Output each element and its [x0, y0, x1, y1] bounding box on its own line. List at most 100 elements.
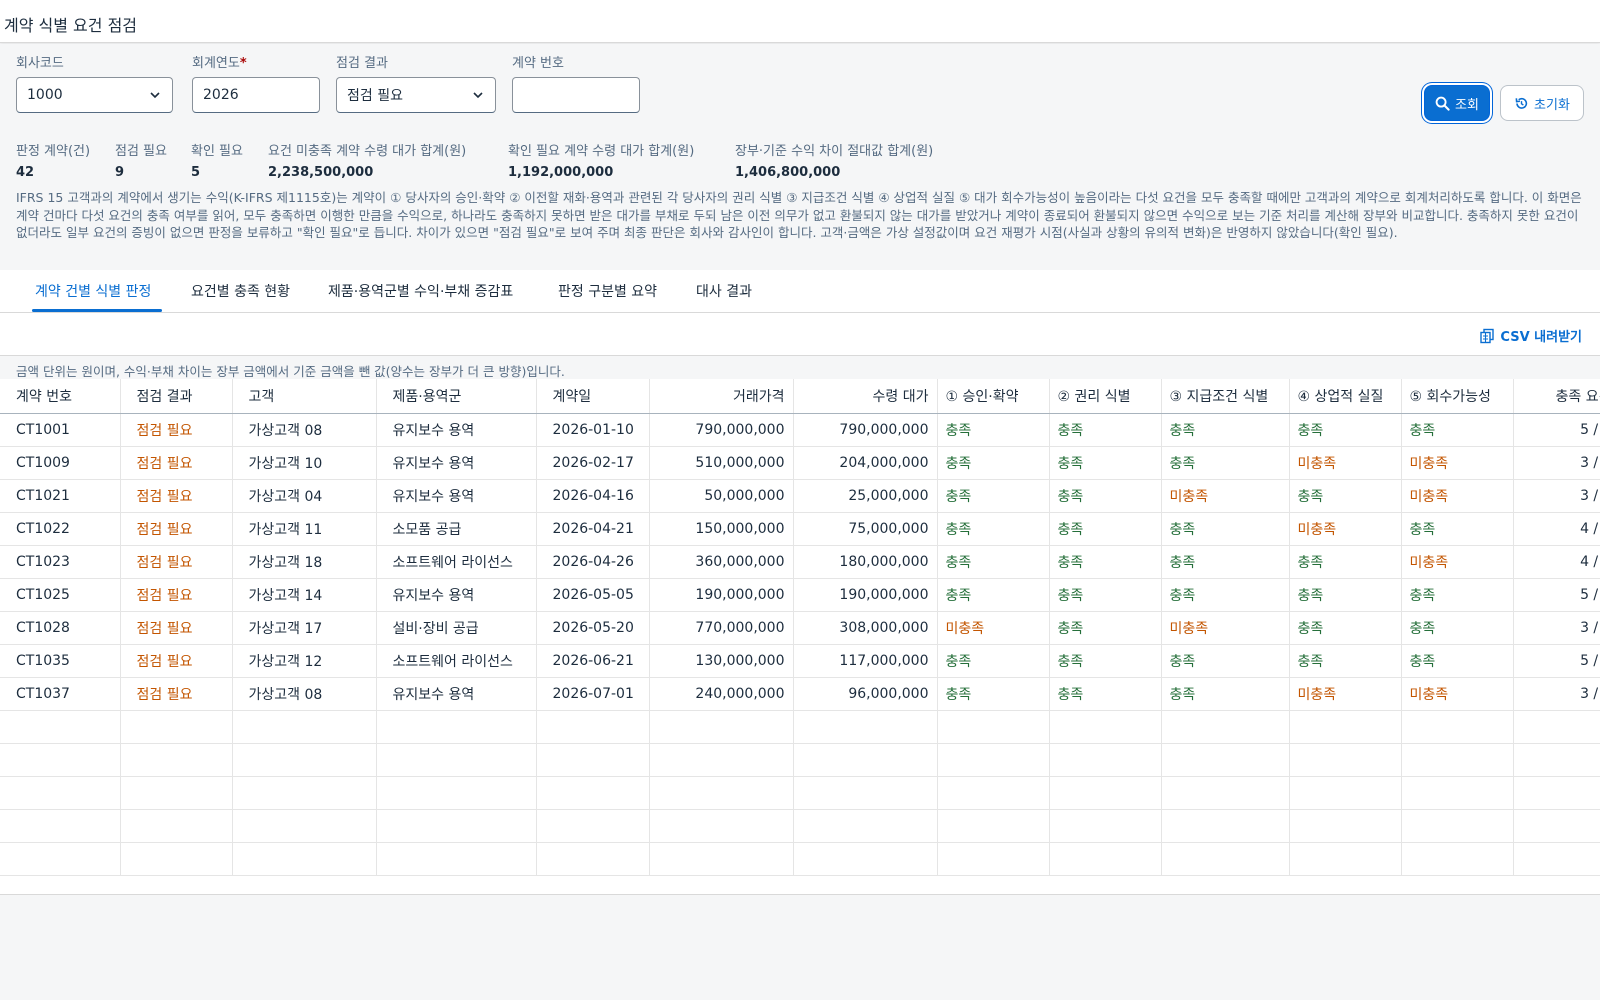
col-header-product-group[interactable]: 제품·용역군 [376, 379, 537, 414]
cell-consideration-received: 308,000,000 [793, 611, 938, 645]
cell-met-requirements: 5 / 5 [1513, 644, 1600, 678]
cell-req3-payment: 충족 [1161, 644, 1290, 678]
kpi-confirm-needed: 확인 필요 5 [191, 140, 243, 180]
cell-check-result: 점검 필요 [120, 512, 233, 546]
tab-judgment-summary[interactable]: 판정 구분별 요약 [558, 281, 657, 301]
required-mark: * [239, 56, 247, 71]
col-header-check-result[interactable]: 점검 결과 [120, 379, 233, 414]
table-row[interactable]: CT1025 점검 필요 가상고객 14 유지보수 용역 2026-05-05 190,0… [0, 578, 1600, 612]
table-row[interactable]: CT1035 점검 필요 가상고객 12 소프트웨어 라이선스 2026-06-21 13… [0, 644, 1600, 678]
table-row[interactable]: CT1022 점검 필요 가상고객 11 소모품 공급 2026-04-21 150,00… [0, 512, 1600, 546]
cell-contract-no: CT1009 [0, 446, 121, 480]
empty-cell [1049, 710, 1162, 744]
table-row[interactable]: CT1023 점검 필요 가상고객 18 소프트웨어 라이선스 2026-04-26 36… [0, 545, 1600, 579]
check-result-value: 점검 필요 [347, 88, 403, 104]
cell-customer: 가상고객 17 [232, 611, 377, 645]
empty-cell [1401, 842, 1514, 876]
cell-met-requirements: 5 / 5 [1513, 413, 1600, 447]
empty-cell [120, 776, 233, 810]
empty-cell [1161, 743, 1290, 777]
kpi-confirm-consideration: 확인 필요 계약 수령 대가 합계(원) 1,192,000,000 [508, 140, 694, 180]
cell-customer: 가상고객 08 [232, 413, 377, 447]
col-header-req2-rights[interactable]: ② 권리 식별 [1049, 379, 1162, 414]
col-header-req5-collectability[interactable]: ⑤ 회수가능성 [1401, 379, 1514, 414]
table-row[interactable]: CT1009 점검 필요 가상고객 10 유지보수 용역 2026-02-17 510,0… [0, 446, 1600, 480]
cell-req3-payment: 충족 [1161, 677, 1290, 711]
description-text: IFRS 15 고객과의 계약에서 생기는 수익(K-IFRS 제1115호)는… [16, 190, 1582, 240]
col-header-req3-payment[interactable]: ③ 지급조건 식별 [1161, 379, 1290, 414]
empty-cell [1049, 842, 1162, 876]
table-row[interactable]: CT1037 점검 필요 가상고객 08 유지보수 용역 2026-07-01 240,0… [0, 677, 1600, 711]
empty-row [0, 776, 1600, 810]
tab-requirement-status[interactable]: 요건별 충족 현황 [191, 281, 290, 301]
cell-customer: 가상고객 18 [232, 545, 377, 579]
cell-consideration-received: 180,000,000 [793, 545, 938, 579]
cell-transaction-price: 770,000,000 [649, 611, 794, 645]
cell-req5-collectability: 미충족 [1401, 479, 1514, 513]
search-button[interactable]: 조회 [1424, 85, 1490, 121]
empty-cell [1513, 743, 1600, 777]
fiscal-year-input[interactable]: 2026 [192, 77, 320, 113]
cell-req2-rights: 충족 [1049, 545, 1162, 579]
col-header-customer[interactable]: 고객 [232, 379, 377, 414]
tab-product-changes[interactable]: 제품·용역군별 수익·부채 증감표 [328, 281, 513, 301]
empty-cell [376, 776, 537, 810]
kpi-value: 9 [115, 165, 125, 180]
cell-product-group: 유지보수 용역 [376, 677, 537, 711]
col-header-req1-approval[interactable]: ① 승인·확약 [937, 379, 1050, 414]
kpi-label: 확인 필요 [191, 144, 243, 159]
reset-button[interactable]: 초기화 [1500, 85, 1584, 121]
cell-contract-no: CT1025 [0, 578, 121, 612]
cell-consideration-received: 204,000,000 [793, 446, 938, 480]
chevron-down-icon [150, 92, 160, 99]
table-row[interactable]: CT1021 점검 필요 가상고객 04 유지보수 용역 2026-04-16 50,00… [0, 479, 1600, 513]
col-header-contract-no[interactable]: 계약 번호 [0, 379, 121, 414]
cell-product-group: 소모품 공급 [376, 512, 537, 546]
contract-no-input[interactable] [512, 77, 640, 113]
cell-product-group: 소프트웨어 라이선스 [376, 644, 537, 678]
empty-cell [1513, 710, 1600, 744]
cell-contract-date: 2026-05-05 [536, 578, 650, 612]
col-header-contract-date[interactable]: 계약일 [536, 379, 650, 414]
empty-cell [793, 809, 938, 843]
cell-req1-approval: 충족 [937, 644, 1050, 678]
table-row[interactable]: CT1001 점검 필요 가상고객 08 유지보수 용역 2026-01-10 790,0… [0, 413, 1600, 447]
kpi-value: 42 [16, 165, 35, 180]
tab-reconciliation[interactable]: 대사 결과 [696, 281, 752, 301]
company-code-select[interactable]: 1000 [16, 77, 173, 113]
cell-consideration-received: 790,000,000 [793, 413, 938, 447]
cell-met-requirements: 3 / 5 [1513, 677, 1600, 711]
fiscal-year-label-wrap: 회계연도* [192, 52, 247, 71]
cell-req4-substance: 충족 [1289, 611, 1402, 645]
col-header-transaction-price[interactable]: 거래가격 [649, 379, 794, 414]
cell-transaction-price: 150,000,000 [649, 512, 794, 546]
check-result-select[interactable]: 점검 필요 [336, 77, 496, 113]
cell-req4-substance: 충족 [1289, 413, 1402, 447]
cell-req1-approval: 충족 [937, 413, 1050, 447]
cell-consideration-received: 117,000,000 [793, 644, 938, 678]
cell-check-result: 점검 필요 [120, 545, 233, 579]
cell-check-result: 점검 필요 [120, 578, 233, 612]
empty-cell [1289, 743, 1402, 777]
col-header-met-requirements[interactable]: 충족 요건 [1513, 379, 1600, 414]
csv-download-label: CSV 내려받기 [1500, 330, 1582, 345]
cell-met-requirements: 5 / 5 [1513, 578, 1600, 612]
cell-check-result: 점검 필요 [120, 644, 233, 678]
table-row[interactable]: CT1028 점검 필요 가상고객 17 설비·장비 공급 2026-05-20 770,… [0, 611, 1600, 645]
tab-bar: 계약 건별 식별 판정 요건별 충족 현황 제품·용역군별 수익·부채 증감표 … [0, 270, 1600, 313]
kpi-label: 확인 필요 계약 수령 대가 합계(원) [508, 144, 695, 159]
cell-consideration-received: 190,000,000 [793, 578, 938, 612]
csv-download-button[interactable]: CSV 내려받기 [1479, 326, 1582, 345]
empty-cell [1401, 809, 1514, 843]
tab-contract-judgment[interactable]: 계약 건별 식별 판정 [35, 281, 151, 301]
col-header-consideration-received[interactable]: 수령 대가 [793, 379, 938, 414]
cell-consideration-received: 75,000,000 [793, 512, 938, 546]
col-header-req4-substance[interactable]: ④ 상업적 실질 [1289, 379, 1402, 414]
empty-cell [120, 809, 233, 843]
cell-req3-payment: 미충족 [1161, 479, 1290, 513]
empty-cell [536, 743, 650, 777]
cell-met-requirements: 3 / 5 [1513, 446, 1600, 480]
empty-cell [376, 710, 537, 744]
cell-req2-rights: 충족 [1049, 644, 1162, 678]
kpi-judged-contracts: 판정 계약(건) 42 [16, 140, 90, 180]
